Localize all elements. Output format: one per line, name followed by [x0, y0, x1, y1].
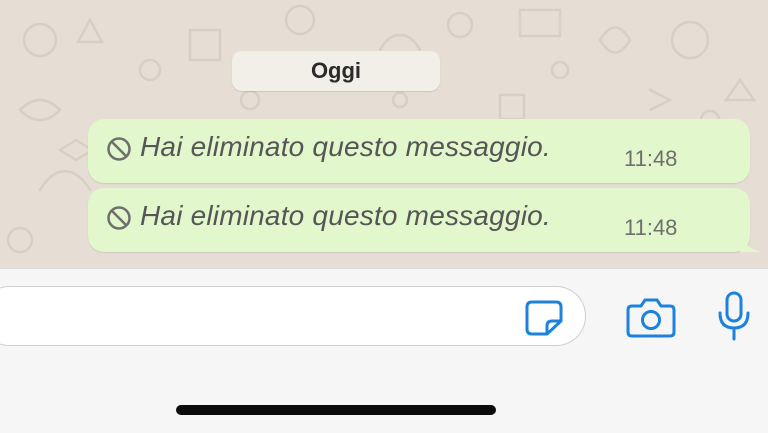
message-input[interactable]: [0, 286, 586, 346]
date-label: Oggi: [310, 58, 362, 83]
message-bubble[interactable]: Hai eliminato questo messaggio. 11:48: [88, 119, 750, 183]
sticker-icon[interactable]: [524, 299, 564, 337]
microphone-icon[interactable]: [715, 291, 753, 343]
message-time: 11:48: [624, 146, 678, 171]
message-text: Hai eliminato questo messaggio.: [140, 131, 551, 162]
deleted-message-icon: [107, 137, 131, 161]
home-indicator[interactable]: [176, 405, 496, 415]
message-composer: [0, 268, 768, 433]
message-bubble[interactable]: Hai eliminato questo messaggio. 11:48: [88, 188, 762, 252]
message-text: Hai eliminato questo messaggio.: [140, 200, 551, 231]
message-time: 11:48: [624, 215, 678, 240]
camera-icon[interactable]: [626, 296, 676, 338]
date-separator: Oggi: [232, 51, 440, 91]
chat-area: Oggi Hai eliminato questo messaggio. 11:…: [0, 0, 768, 268]
bubble-tail: [740, 234, 762, 252]
deleted-message-icon: [107, 206, 131, 230]
